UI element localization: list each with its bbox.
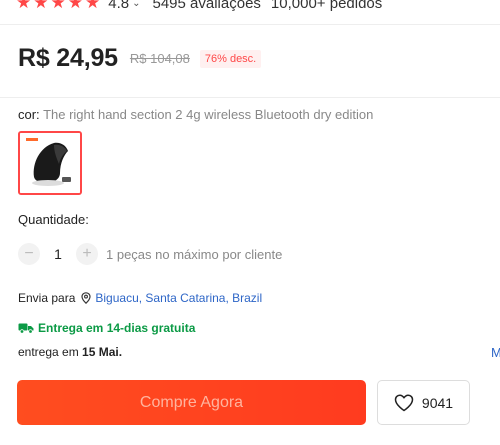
- star-icon: ★: [16, 0, 32, 12]
- ship-to-location-link[interactable]: Biguacu, Santa Catarina, Brazil: [95, 291, 262, 305]
- ship-to-label: Envia para: [18, 291, 76, 305]
- rating-stars: ★ ★ ★ ★ ★: [16, 0, 100, 13]
- vertical-mouse-image: [20, 133, 80, 193]
- orders-count: 10,000+ pedidos: [270, 0, 383, 12]
- divider: [0, 24, 500, 25]
- star-icon: ★: [33, 0, 49, 12]
- star-icon: ★: [50, 0, 66, 12]
- quantity-label: Quantidade:: [18, 212, 89, 227]
- wishlist-button[interactable]: 9041: [377, 380, 470, 425]
- location-pin-icon: [81, 292, 91, 304]
- quantity-value[interactable]: 1: [40, 246, 76, 262]
- free-delivery-row: Entrega em 14-dias gratuita: [18, 321, 195, 335]
- discount-badge: 76% desc.: [199, 49, 262, 68]
- quantity-decrement-button[interactable]: −: [18, 243, 40, 265]
- heart-icon: [394, 393, 414, 412]
- rating-value[interactable]: 4.8: [108, 0, 129, 12]
- chevron-down-icon[interactable]: ⌄: [132, 0, 140, 9]
- buy-now-button[interactable]: Compre Agora: [17, 380, 366, 425]
- delivery-prefix: entrega em: [18, 345, 83, 359]
- truck-icon: [18, 322, 34, 334]
- ship-to-row: Envia para Biguacu, Santa Catarina, Braz…: [18, 291, 262, 305]
- free-delivery-text: Entrega em 14-dias gratuita: [38, 321, 196, 335]
- color-label: cor:: [18, 107, 44, 122]
- wishlist-count: 9041: [421, 394, 454, 411]
- color-option-thumbnail[interactable]: [18, 131, 82, 195]
- rating-row: ★ ★ ★ ★ ★ 4.8 ⌄ 5495 avaliações 10,000+ …: [16, 0, 382, 13]
- quantity-limit-note: 1 peças no máximo por cliente: [106, 246, 283, 262]
- color-value: The right hand section 2 4g wireless Blu…: [43, 107, 374, 122]
- color-selection-label: cor: The right hand section 2 4g wireles…: [18, 107, 373, 122]
- reviews-count[interactable]: 5495 avaliações: [153, 0, 261, 12]
- price-row: R$ 24,95 R$ 104,08 76% desc.: [18, 44, 262, 73]
- more-link-cut[interactable]: M: [491, 345, 500, 360]
- quantity-stepper: − 1 + 1 peças no máximo por cliente: [18, 243, 282, 265]
- quantity-increment-button[interactable]: +: [76, 243, 98, 265]
- divider: [0, 97, 500, 98]
- original-price: R$ 104,08: [129, 51, 190, 66]
- current-price: R$ 24,95: [18, 44, 118, 72]
- star-icon: ★: [85, 0, 101, 12]
- delivery-date-row: entrega em 15 Mai.: [18, 345, 122, 359]
- delivery-date: 15 Mai.: [82, 345, 123, 359]
- star-icon: ★: [67, 0, 83, 12]
